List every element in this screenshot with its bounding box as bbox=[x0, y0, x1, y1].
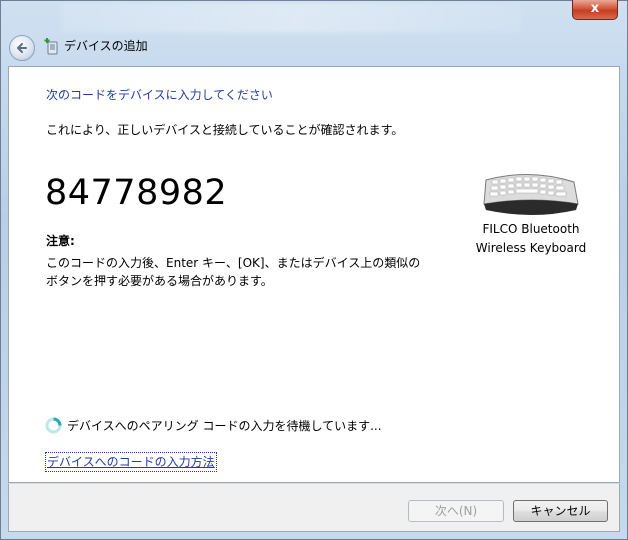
add-device-icon bbox=[44, 38, 58, 55]
note-line-2: ボタンを押す必要がある場合があります。 bbox=[46, 274, 273, 288]
device-name-line-2: Wireless Keyboard bbox=[475, 241, 587, 255]
description-text: これにより、正しいデバイスと接続していることが確認されます。 bbox=[46, 123, 404, 137]
window-title: デバイスの追加 bbox=[64, 39, 148, 53]
close-button[interactable]: x bbox=[572, 0, 618, 20]
pairing-code: 84778982 bbox=[45, 173, 228, 213]
keyboard-icon bbox=[483, 174, 579, 215]
note-body: このコードの入力後、Enter キー、[OK]、またはデバイス上の類似の ボタン… bbox=[46, 254, 446, 290]
cancel-button[interactable]: キャンセル bbox=[513, 500, 608, 522]
help-link[interactable]: デバイスへのコードの入力方法 bbox=[45, 452, 217, 472]
note-title: 注意: bbox=[46, 234, 75, 248]
status-text: デバイスへのペアリング コードの入力を待機しています... bbox=[67, 419, 382, 433]
device-name-line-1: FILCO Bluetooth bbox=[482, 222, 580, 236]
busy-spinner-icon bbox=[45, 417, 62, 434]
back-arrow-icon bbox=[17, 43, 27, 53]
next-button[interactable]: 次へ(N) bbox=[408, 500, 504, 522]
back-button[interactable] bbox=[9, 35, 35, 61]
page-heading: 次のコードをデバイスに入力してください bbox=[46, 88, 273, 102]
title-bar-glass bbox=[61, 3, 521, 33]
device-name: FILCO Bluetooth Wireless Keyboard bbox=[470, 220, 592, 258]
note-line-1: このコードの入力後、Enter キー、[OK]、またはデバイス上の類似の bbox=[46, 256, 421, 270]
